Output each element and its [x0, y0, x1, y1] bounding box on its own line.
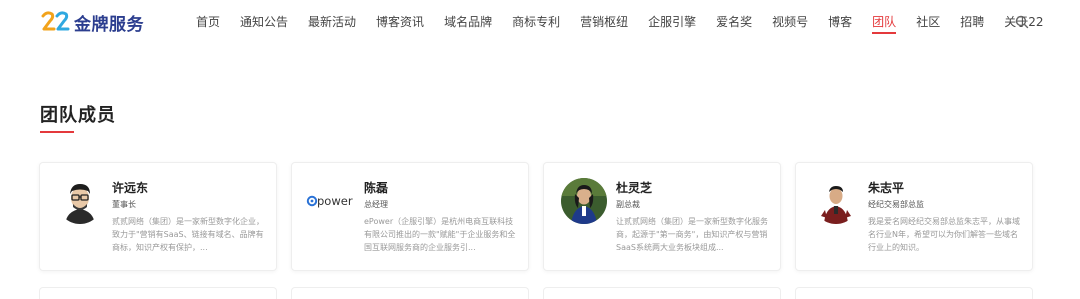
site-logo[interactable]: 金牌服务 — [41, 9, 144, 35]
member-role: 总经理 — [364, 200, 388, 209]
nav-item-blog-news[interactable]: 博客资讯 — [376, 0, 424, 44]
member-card-partial[interactable] — [39, 287, 277, 299]
nav-item-aiming-award[interactable]: 爱名奖 — [716, 0, 752, 44]
search-icon[interactable] — [1014, 14, 1030, 30]
member-name: 许远东 — [112, 181, 149, 195]
epower-logo-text: power — [317, 194, 353, 208]
member-description: 我是爱名网经纪交易部总监朱志平，从事域名行业N年，希望可以为你们解答一些域名行业… — [868, 217, 1020, 252]
member-role: 董事长 — [112, 200, 136, 209]
member-name: 朱志平 — [868, 181, 905, 195]
title-underline — [40, 131, 74, 133]
nav-item-home[interactable]: 首页 — [196, 0, 220, 44]
nav-item-blog[interactable]: 博客 — [828, 0, 852, 44]
member-description: ePower（企服引擎）是杭州电商互联科技有限公司推出的一款"赋能"于企业服务和… — [364, 217, 516, 252]
person-avatar-icon — [57, 178, 103, 224]
nav-item-marketing-hub[interactable]: 营销枢纽 — [580, 0, 628, 44]
person-avatar-icon — [813, 178, 859, 224]
nav-item-team[interactable]: 团队 — [872, 0, 897, 44]
member-card-partial[interactable] — [291, 287, 529, 299]
nav-item-community[interactable]: 社区 — [916, 0, 940, 44]
main-nav: 首页 通知公告 最新活动 博客资讯 域名品牌 商标专利 营销枢纽 企服引擎 爱名… — [196, 0, 1064, 44]
member-avatar — [561, 178, 607, 224]
nav-item-service-engine[interactable]: 企服引擎 — [648, 0, 696, 44]
member-name: 陈磊 — [364, 181, 389, 195]
nav-item-jobs[interactable]: 招聘 — [960, 0, 984, 44]
member-avatar: power — [306, 178, 356, 224]
member-name: 杜灵芝 — [616, 181, 653, 195]
member-card[interactable]: 朱志平 经纪交易部总监 我是爱名网经纪交易部总监朱志平，从事域名行业N年，希望可… — [795, 162, 1033, 271]
member-card[interactable]: power 陈磊 总经理 ePower（企服引擎）是杭州电商互联科技有限公司推出… — [291, 162, 529, 271]
nav-item-notices[interactable]: 通知公告 — [240, 0, 288, 44]
logo-22-icon — [41, 11, 70, 31]
member-avatar — [57, 178, 103, 224]
member-card-partial[interactable] — [795, 287, 1033, 299]
member-role: 经纪交易部总监 — [868, 200, 924, 209]
nav-item-video[interactable]: 视频号 — [772, 0, 808, 44]
member-card[interactable]: 许远东 董事长 贰贰网络（集团）是一家新型数字化企业，致力于"营销有SaaS、链… — [39, 162, 277, 271]
epower-logo-icon: power — [306, 194, 353, 208]
nav-item-trademark-patent[interactable]: 商标专利 — [512, 0, 560, 44]
member-description: 让贰贰网络（集团）是一家新型数字化服务商，起源于"第一商务"，由知识产权与营销S… — [616, 217, 768, 252]
page-title: 团队成员 — [40, 105, 116, 126]
site-header: 金牌服务 首页 通知公告 最新活动 博客资讯 域名品牌 商标专利 营销枢纽 企服… — [0, 0, 1080, 44]
member-description: 贰贰网络（集团）是一家新型数字化企业，致力于"营销有SaaS、链接有域名、品牌有… — [112, 217, 264, 252]
member-card-partial[interactable] — [543, 287, 781, 299]
member-card[interactable]: 杜灵芝 副总裁 让贰贰网络（集团）是一家新型数字化服务商，起源于"第一商务"，由… — [543, 162, 781, 271]
member-avatar — [813, 178, 859, 224]
nav-item-events[interactable]: 最新活动 — [308, 0, 356, 44]
person-avatar-icon — [561, 178, 607, 224]
member-role: 副总裁 — [616, 200, 640, 209]
logo-text: 金牌服务 — [74, 14, 144, 35]
nav-item-domain-brand[interactable]: 域名品牌 — [444, 0, 492, 44]
